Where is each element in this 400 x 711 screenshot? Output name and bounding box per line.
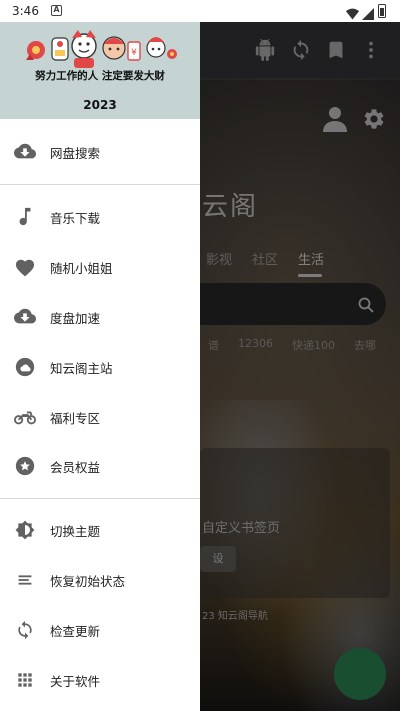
menu-item-membership[interactable]: 会员权益 [0, 441, 200, 491]
menu-item-random-girl[interactable]: 随机小姐姐 [0, 242, 200, 292]
motorcycle-icon [14, 407, 36, 427]
drawer-header: ¥ 努力工作的人 注定要发大财 2023 [0, 22, 200, 119]
menu-divider [0, 184, 200, 185]
status-time: 3:46 [12, 4, 39, 18]
cloud-download-icon [14, 142, 36, 162]
music-note-icon [14, 207, 36, 227]
menu-label: 度盘加速 [50, 311, 101, 326]
refresh-icon [14, 620, 36, 640]
menu-item-welfare[interactable]: 福利专区 [0, 392, 200, 442]
sort-lines-icon [14, 570, 36, 590]
navigation-drawer: ¥ 努力工作的人 注定要发大财 2023 网盘搜索 音乐下载 随机小姐姐 度盘加… [0, 0, 200, 711]
grid-apps-icon [14, 670, 36, 690]
menu-label: 音乐下载 [50, 211, 101, 226]
menu-item-check-update[interactable]: 检查更新 [0, 605, 200, 655]
menu-item-about[interactable]: 关于软件 [0, 655, 200, 705]
menu-divider [0, 498, 200, 499]
menu-item-netdisk-search[interactable]: 网盘搜索 [0, 127, 200, 177]
menu-item-switch-theme[interactable]: 切换主题 [0, 505, 200, 555]
banner-year: 2023 [83, 98, 117, 112]
banner-illustration-icon: ¥ [26, 30, 177, 68]
menu-item-reset[interactable]: 恢复初始状态 [0, 555, 200, 605]
status-bar: 3:46 A [0, 0, 400, 22]
heart-icon [14, 257, 36, 277]
menu-label: 随机小姐姐 [50, 261, 113, 276]
cloud-download-icon [14, 307, 36, 327]
menu-label: 切换主题 [50, 524, 101, 539]
menu-label: 关于软件 [50, 674, 101, 689]
menu-label: 检查更新 [50, 624, 101, 639]
wifi-icon [346, 5, 359, 20]
cloud-icon [14, 357, 36, 377]
brightness-icon [14, 520, 36, 540]
menu-item-music-download[interactable]: 音乐下载 [0, 192, 200, 242]
menu-label: 网盘搜索 [50, 146, 101, 161]
menu-label: 恢复初始状态 [50, 574, 126, 589]
notification-a-icon: A [51, 5, 62, 16]
signal-icon [362, 5, 374, 20]
menu-label: 会员权益 [50, 460, 101, 475]
svg-text:¥: ¥ [131, 48, 137, 58]
battery-icon [378, 4, 386, 18]
menu-item-baidu-accelerate[interactable]: 度盘加速 [0, 292, 200, 342]
menu-item-main-site[interactable]: 知云阁主站 [0, 342, 200, 392]
menu-label: 福利专区 [50, 411, 101, 426]
star-circle-icon [14, 456, 36, 476]
menu-label: 知云阁主站 [50, 361, 113, 376]
banner-slogan: 努力工作的人 注定要发大财 [35, 70, 165, 82]
